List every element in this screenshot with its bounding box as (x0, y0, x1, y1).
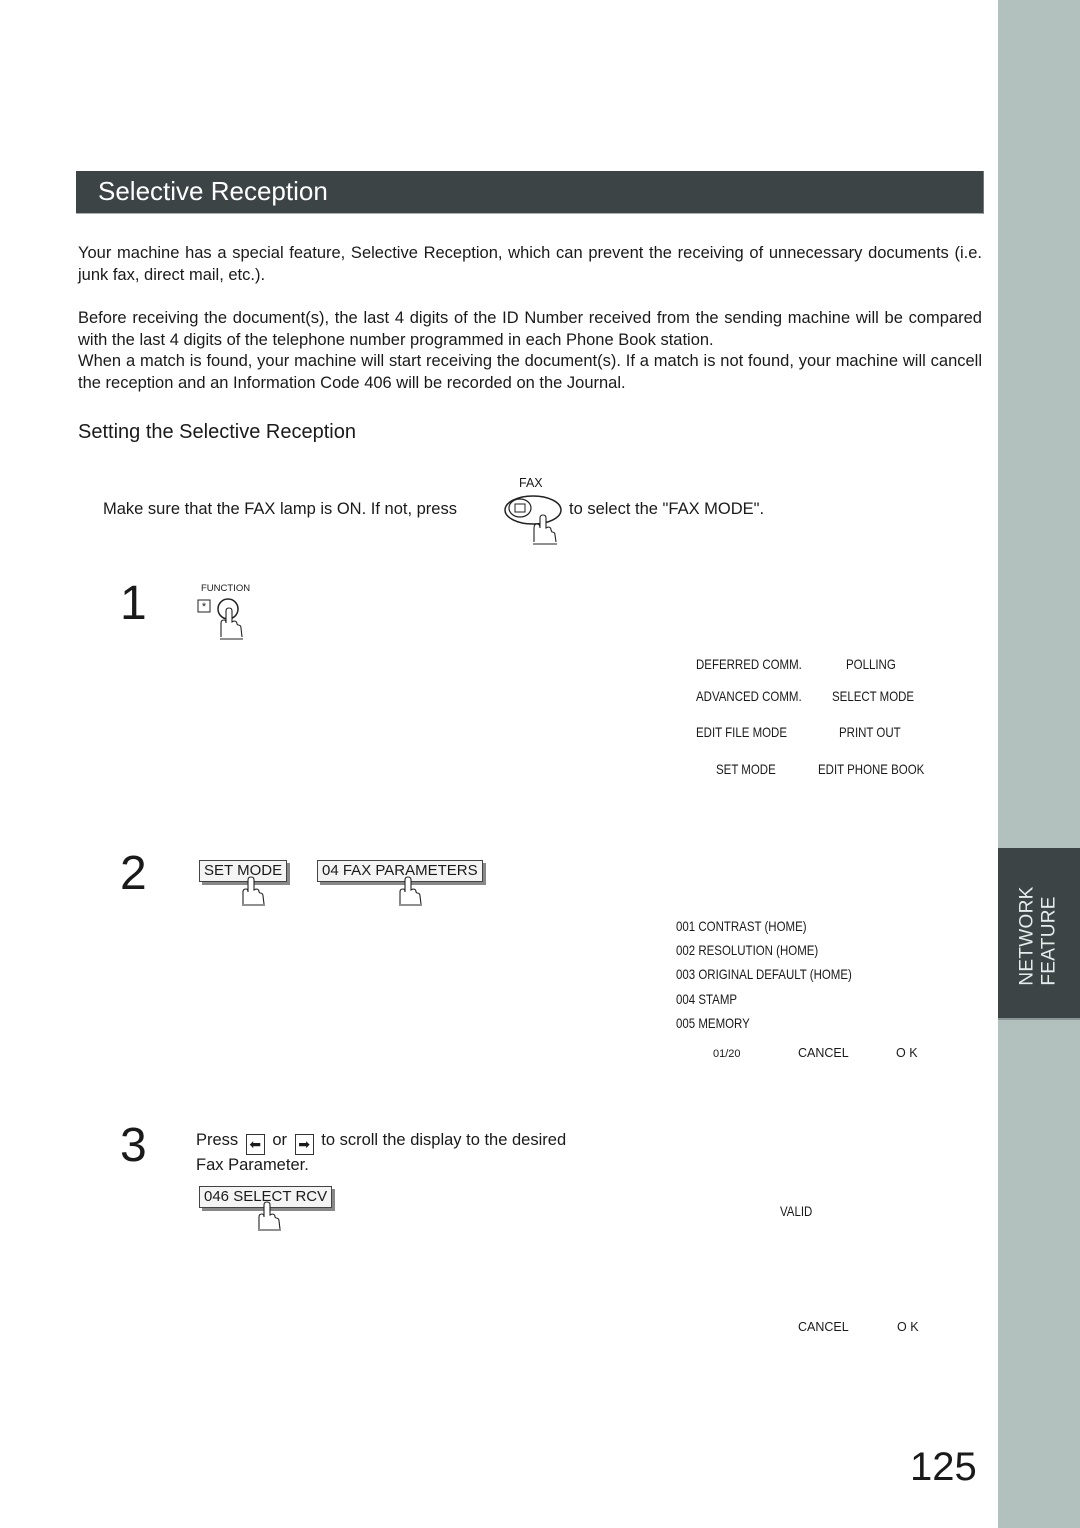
press-hand-icon (399, 876, 422, 906)
step-2-number: 2 (120, 847, 147, 900)
detail-paragraph-2: When a match is found, your machine will… (78, 352, 982, 392)
param-item[interactable]: 005 MEMORY (676, 1015, 750, 1031)
select-rcv-value[interactable]: VALID (780, 1203, 812, 1219)
menu-item-print-out[interactable]: PRINT OUT (839, 724, 901, 740)
cancel-soft-key[interactable]: CANCEL (798, 1320, 849, 1334)
step-1-number: 1 (120, 577, 147, 630)
step-3-instruction-line2: Fax Parameter. (196, 1156, 309, 1174)
menu-item-advanced-comm[interactable]: ADVANCED COMM. (696, 688, 802, 704)
chapter-tab-line1: NETWORK (1017, 886, 1038, 986)
chapter-tab: NETWORK FEATURE (998, 848, 1080, 1020)
section-title-bar: Selective Reception (76, 171, 984, 214)
fax-key-label: FAX (519, 476, 543, 490)
param-item[interactable]: 001 CONTRAST (HOME) (676, 918, 807, 934)
detail-paragraphs: Before receiving the document(s), the la… (78, 308, 982, 394)
function-key-button[interactable]: * (197, 597, 253, 646)
ok-soft-key[interactable]: O K (896, 1046, 918, 1060)
page-number: 125 (910, 1445, 977, 1489)
press-hand-icon (242, 876, 265, 906)
menu-item-polling[interactable]: POLLING (846, 656, 896, 672)
param-item[interactable]: 003 ORIGINAL DEFAULT (HOME) (676, 966, 852, 982)
intro-paragraph: Your machine has a special feature, Sele… (78, 244, 982, 284)
ok-soft-key[interactable]: O K (897, 1320, 919, 1334)
section-title: Selective Reception (98, 176, 328, 206)
precondition-text-after: to select the "FAX MODE". (569, 500, 765, 518)
left-arrow-key[interactable]: ⬅ (245, 1134, 265, 1155)
fax-key-icon (504, 495, 562, 545)
svg-text:*: * (202, 601, 207, 613)
menu-item-edit-file-mode[interactable]: EDIT FILE MODE (696, 724, 787, 740)
right-arrow-key[interactable]: ➡ (294, 1134, 314, 1155)
side-margin-band (998, 0, 1080, 1528)
press-hand-icon (258, 1201, 281, 1231)
precondition-text-before: Make sure that the FAX lamp is ON. If no… (103, 500, 457, 518)
page-indicator: 01/20 (713, 1048, 741, 1060)
param-item[interactable]: 002 RESOLUTION (HOME) (676, 942, 818, 958)
menu-item-set-mode[interactable]: SET MODE (716, 761, 776, 777)
step-3-number: 3 (120, 1119, 147, 1172)
cancel-soft-key[interactable]: CANCEL (798, 1046, 849, 1060)
function-key-label: FUNCTION (201, 583, 251, 594)
detail-paragraph-1: Before receiving the document(s), the la… (78, 309, 982, 349)
menu-item-deferred-comm[interactable]: DEFERRED COMM. (696, 656, 802, 672)
param-item[interactable]: 004 STAMP (676, 991, 737, 1007)
subsection-title: Setting the Selective Reception (78, 421, 356, 443)
chapter-tab-line2: FEATURE (1039, 896, 1060, 986)
menu-item-select-mode[interactable]: SELECT MODE (832, 688, 914, 704)
function-key-icon: * (197, 598, 243, 640)
fax-key-button[interactable] (502, 494, 564, 551)
menu-item-edit-phone-book[interactable]: EDIT PHONE BOOK (818, 761, 924, 777)
step-3-instruction: Press ⬅ or ➡ to scroll the display to th… (196, 1131, 566, 1155)
